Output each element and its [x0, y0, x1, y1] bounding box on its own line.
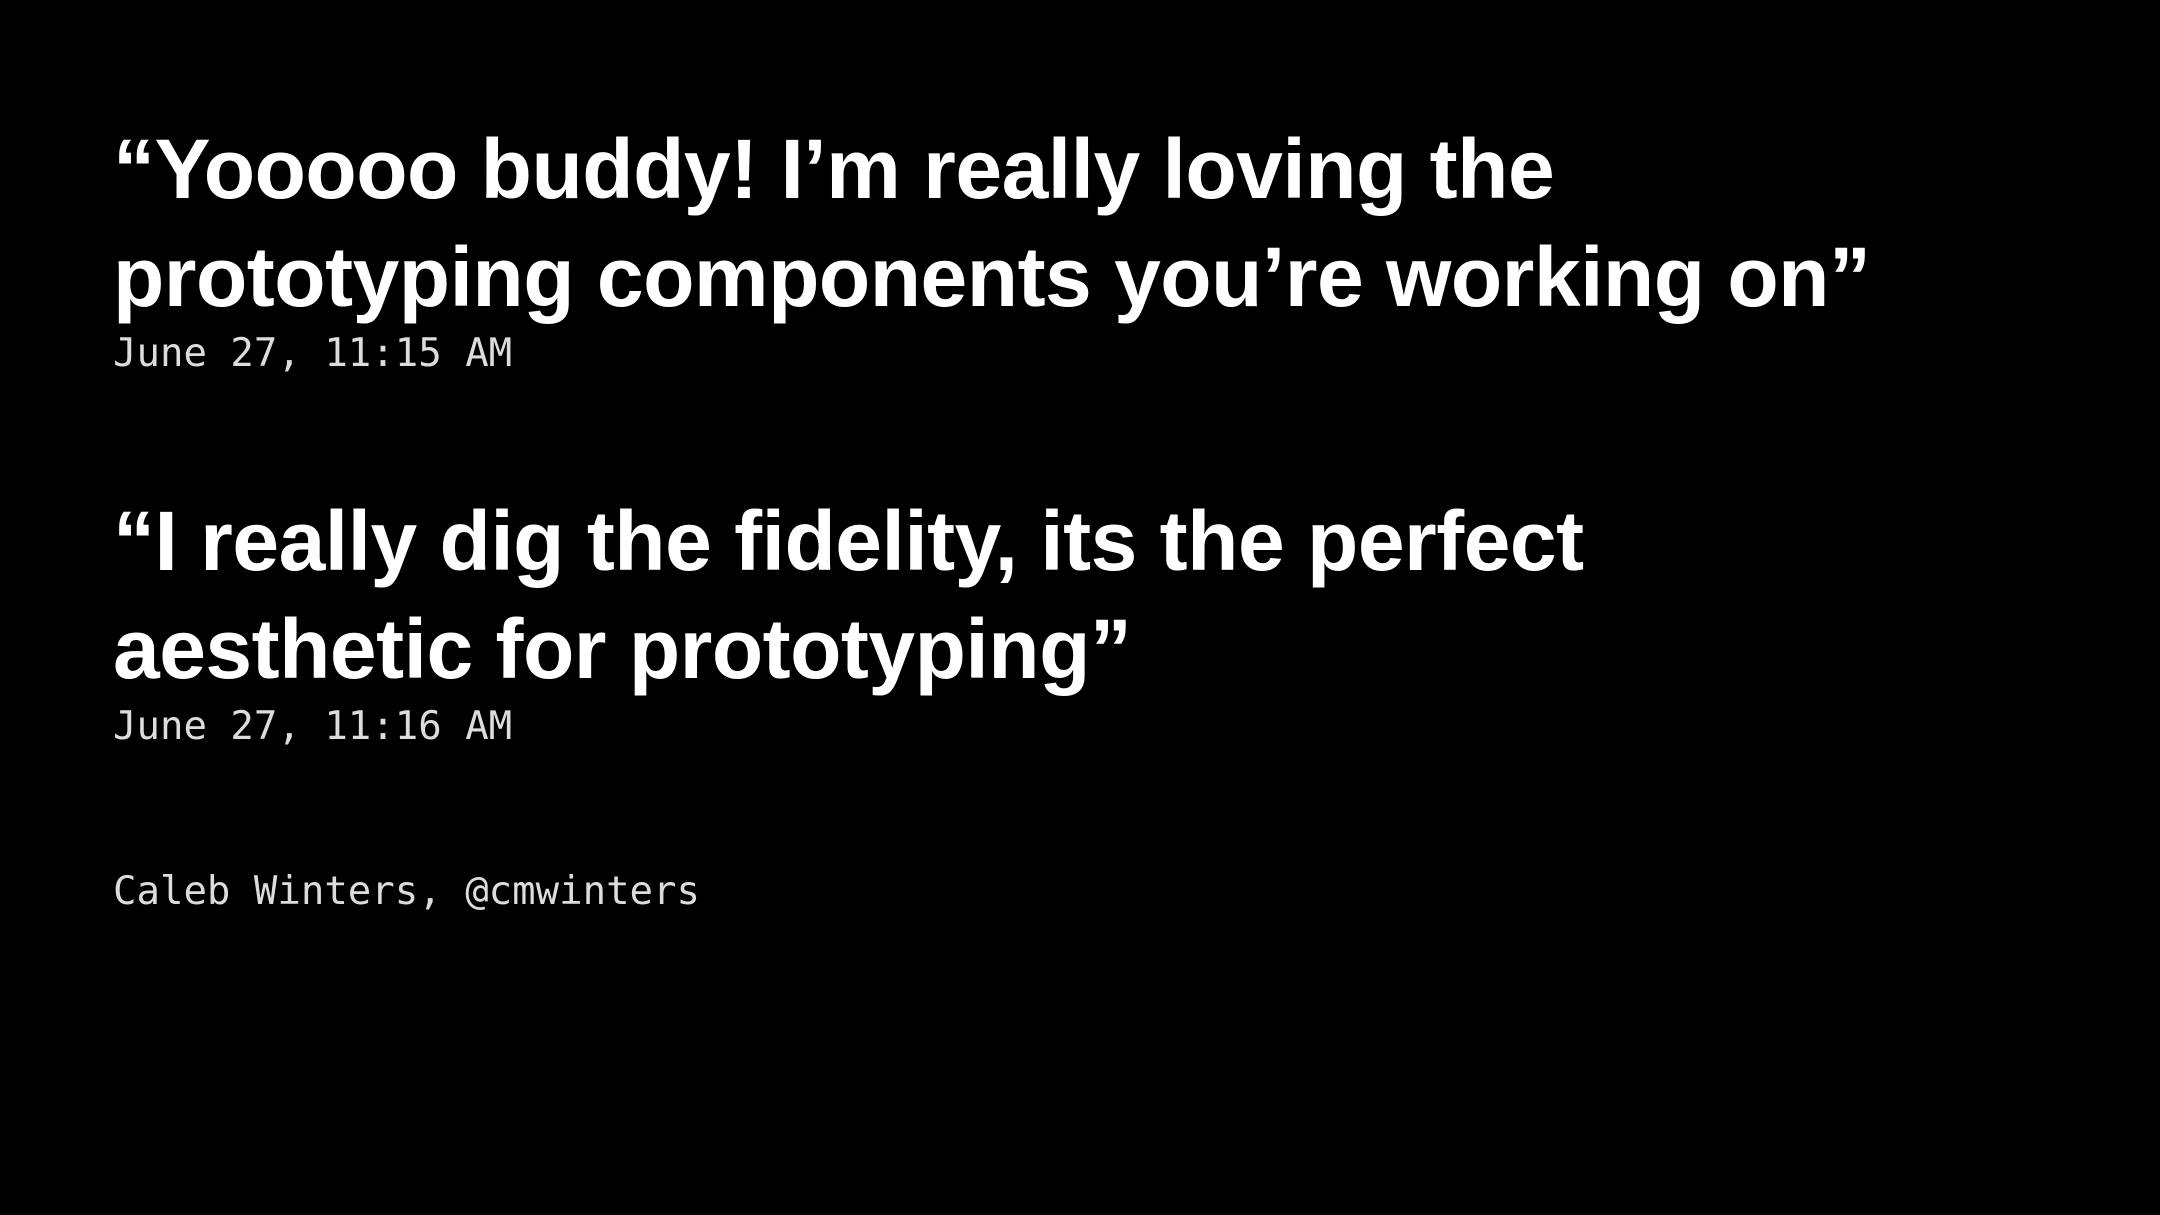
quote-text: “Yooooo buddy! I’m really loving the pro… [113, 115, 2073, 331]
quote-text: “I really dig the fidelity, its the perf… [113, 487, 2073, 703]
quote-line: “I really dig the fidelity, its the perf… [113, 494, 1584, 588]
quote-line: prototyping components you’re working on… [113, 230, 1871, 324]
quote-line: “Yooooo buddy! I’m really loving the [113, 122, 1555, 216]
testimonial-slide: “Yooooo buddy! I’m really loving the pro… [0, 0, 2160, 1215]
quote-timestamp: June 27, 11:16 AM [113, 704, 513, 749]
quote-timestamp: June 27, 11:15 AM [113, 331, 513, 376]
quote-line: aesthetic for prototyping” [113, 602, 1132, 696]
attribution: Caleb Winters, @cmwinters [113, 869, 700, 914]
